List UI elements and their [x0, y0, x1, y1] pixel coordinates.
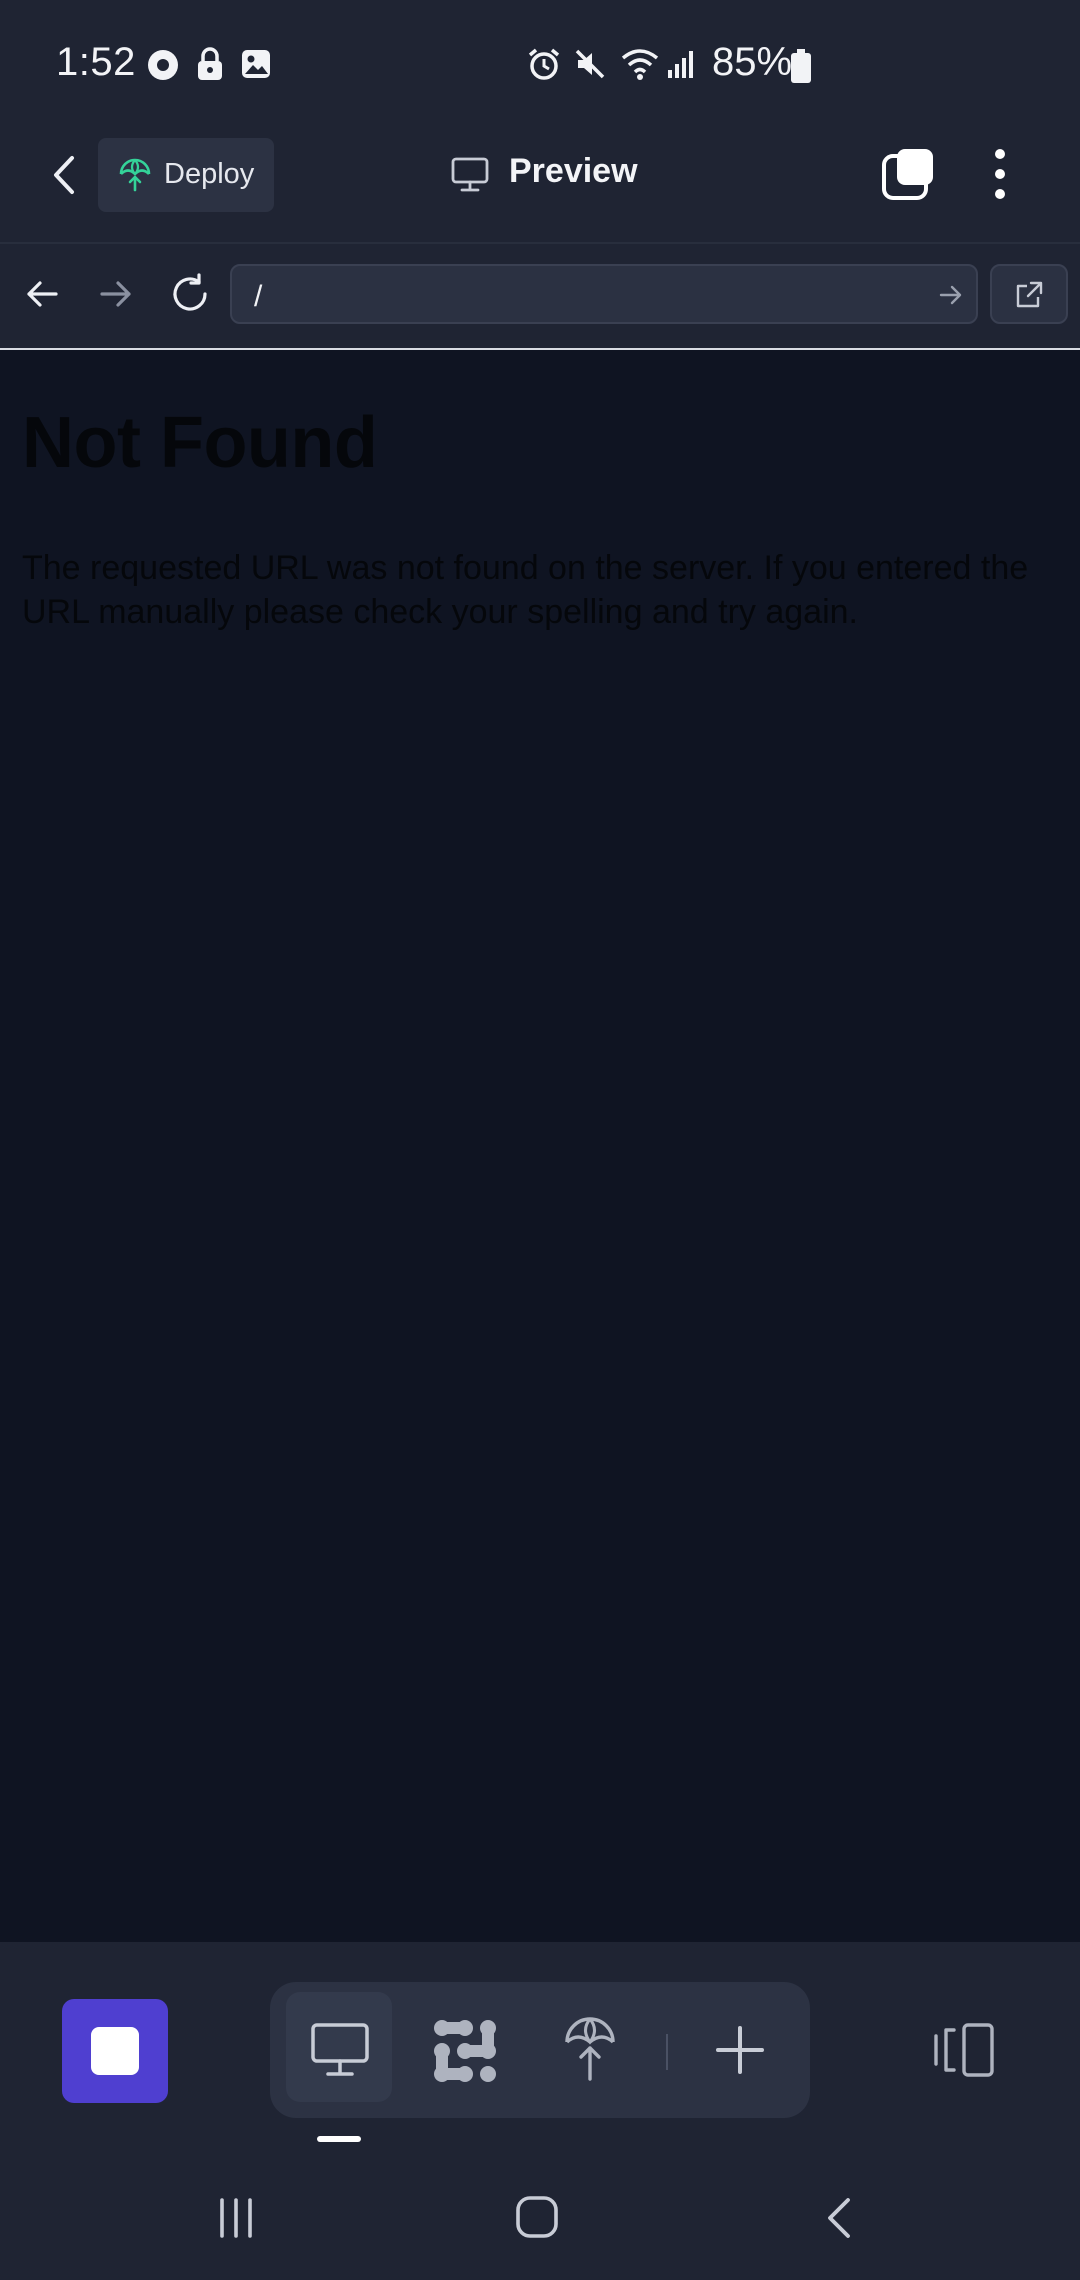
error-message: The requested URL was not found on the s…	[22, 549, 1029, 631]
layout-toggle-button[interactable]	[930, 2022, 996, 2078]
system-back-button[interactable]	[820, 2194, 860, 2242]
battery-percentage: 85%	[712, 40, 793, 84]
recents-icon	[220, 2198, 252, 2238]
arrow-left-icon	[27, 281, 58, 307]
url-input[interactable]: /	[230, 264, 978, 324]
monitor-icon	[450, 154, 490, 194]
go-icon[interactable]	[938, 282, 964, 308]
home-button[interactable]	[514, 2194, 560, 2240]
gallery-icon	[240, 48, 272, 80]
stop-icon	[91, 2027, 139, 2075]
error-heading: Not Found	[22, 403, 378, 483]
recent-apps-button[interactable]	[214, 2196, 258, 2240]
add-tool-button[interactable]	[714, 2024, 766, 2076]
lock-icon	[194, 46, 226, 82]
more-vertical-icon	[995, 149, 1005, 199]
status-time: 1:52	[56, 40, 136, 84]
stop-button[interactable]	[62, 1999, 168, 2103]
wifi-icon	[620, 46, 660, 82]
tabs-icon	[882, 149, 933, 200]
deployments-icon[interactable]	[564, 2016, 616, 2082]
page-title: Preview	[509, 152, 638, 190]
open-external-button[interactable]	[990, 264, 1068, 324]
back-icon	[828, 2198, 850, 2238]
mute-icon	[572, 46, 608, 82]
url-value: /	[254, 280, 263, 313]
active-tab-indicator	[317, 2136, 361, 2142]
back-button[interactable]	[44, 150, 84, 200]
tabs-button[interactable]	[880, 146, 936, 202]
deploy-label: Deploy	[164, 158, 255, 190]
panel-switch-icon	[934, 2023, 994, 2077]
battery-icon	[790, 48, 812, 84]
alarm-icon	[526, 46, 562, 82]
nav-forward-button[interactable]	[96, 274, 136, 314]
arrow-right-icon	[100, 281, 131, 307]
tray-divider	[666, 2034, 668, 2070]
deploy-button[interactable]: Deploy	[98, 138, 274, 212]
add-icon	[716, 2026, 764, 2074]
signal-icon	[666, 48, 698, 80]
preview-icon[interactable]	[310, 2022, 370, 2078]
chevron-left-icon	[54, 156, 74, 194]
reload-button[interactable]	[168, 272, 212, 316]
home-icon	[516, 2196, 558, 2238]
nav-back-button[interactable]	[22, 274, 62, 314]
more-options-button[interactable]	[980, 148, 1020, 200]
reload-icon	[173, 273, 207, 311]
external-link-icon	[1014, 280, 1044, 310]
media-icon	[146, 48, 180, 82]
workflows-icon[interactable]	[432, 2018, 498, 2084]
deploy-icon	[118, 158, 152, 192]
